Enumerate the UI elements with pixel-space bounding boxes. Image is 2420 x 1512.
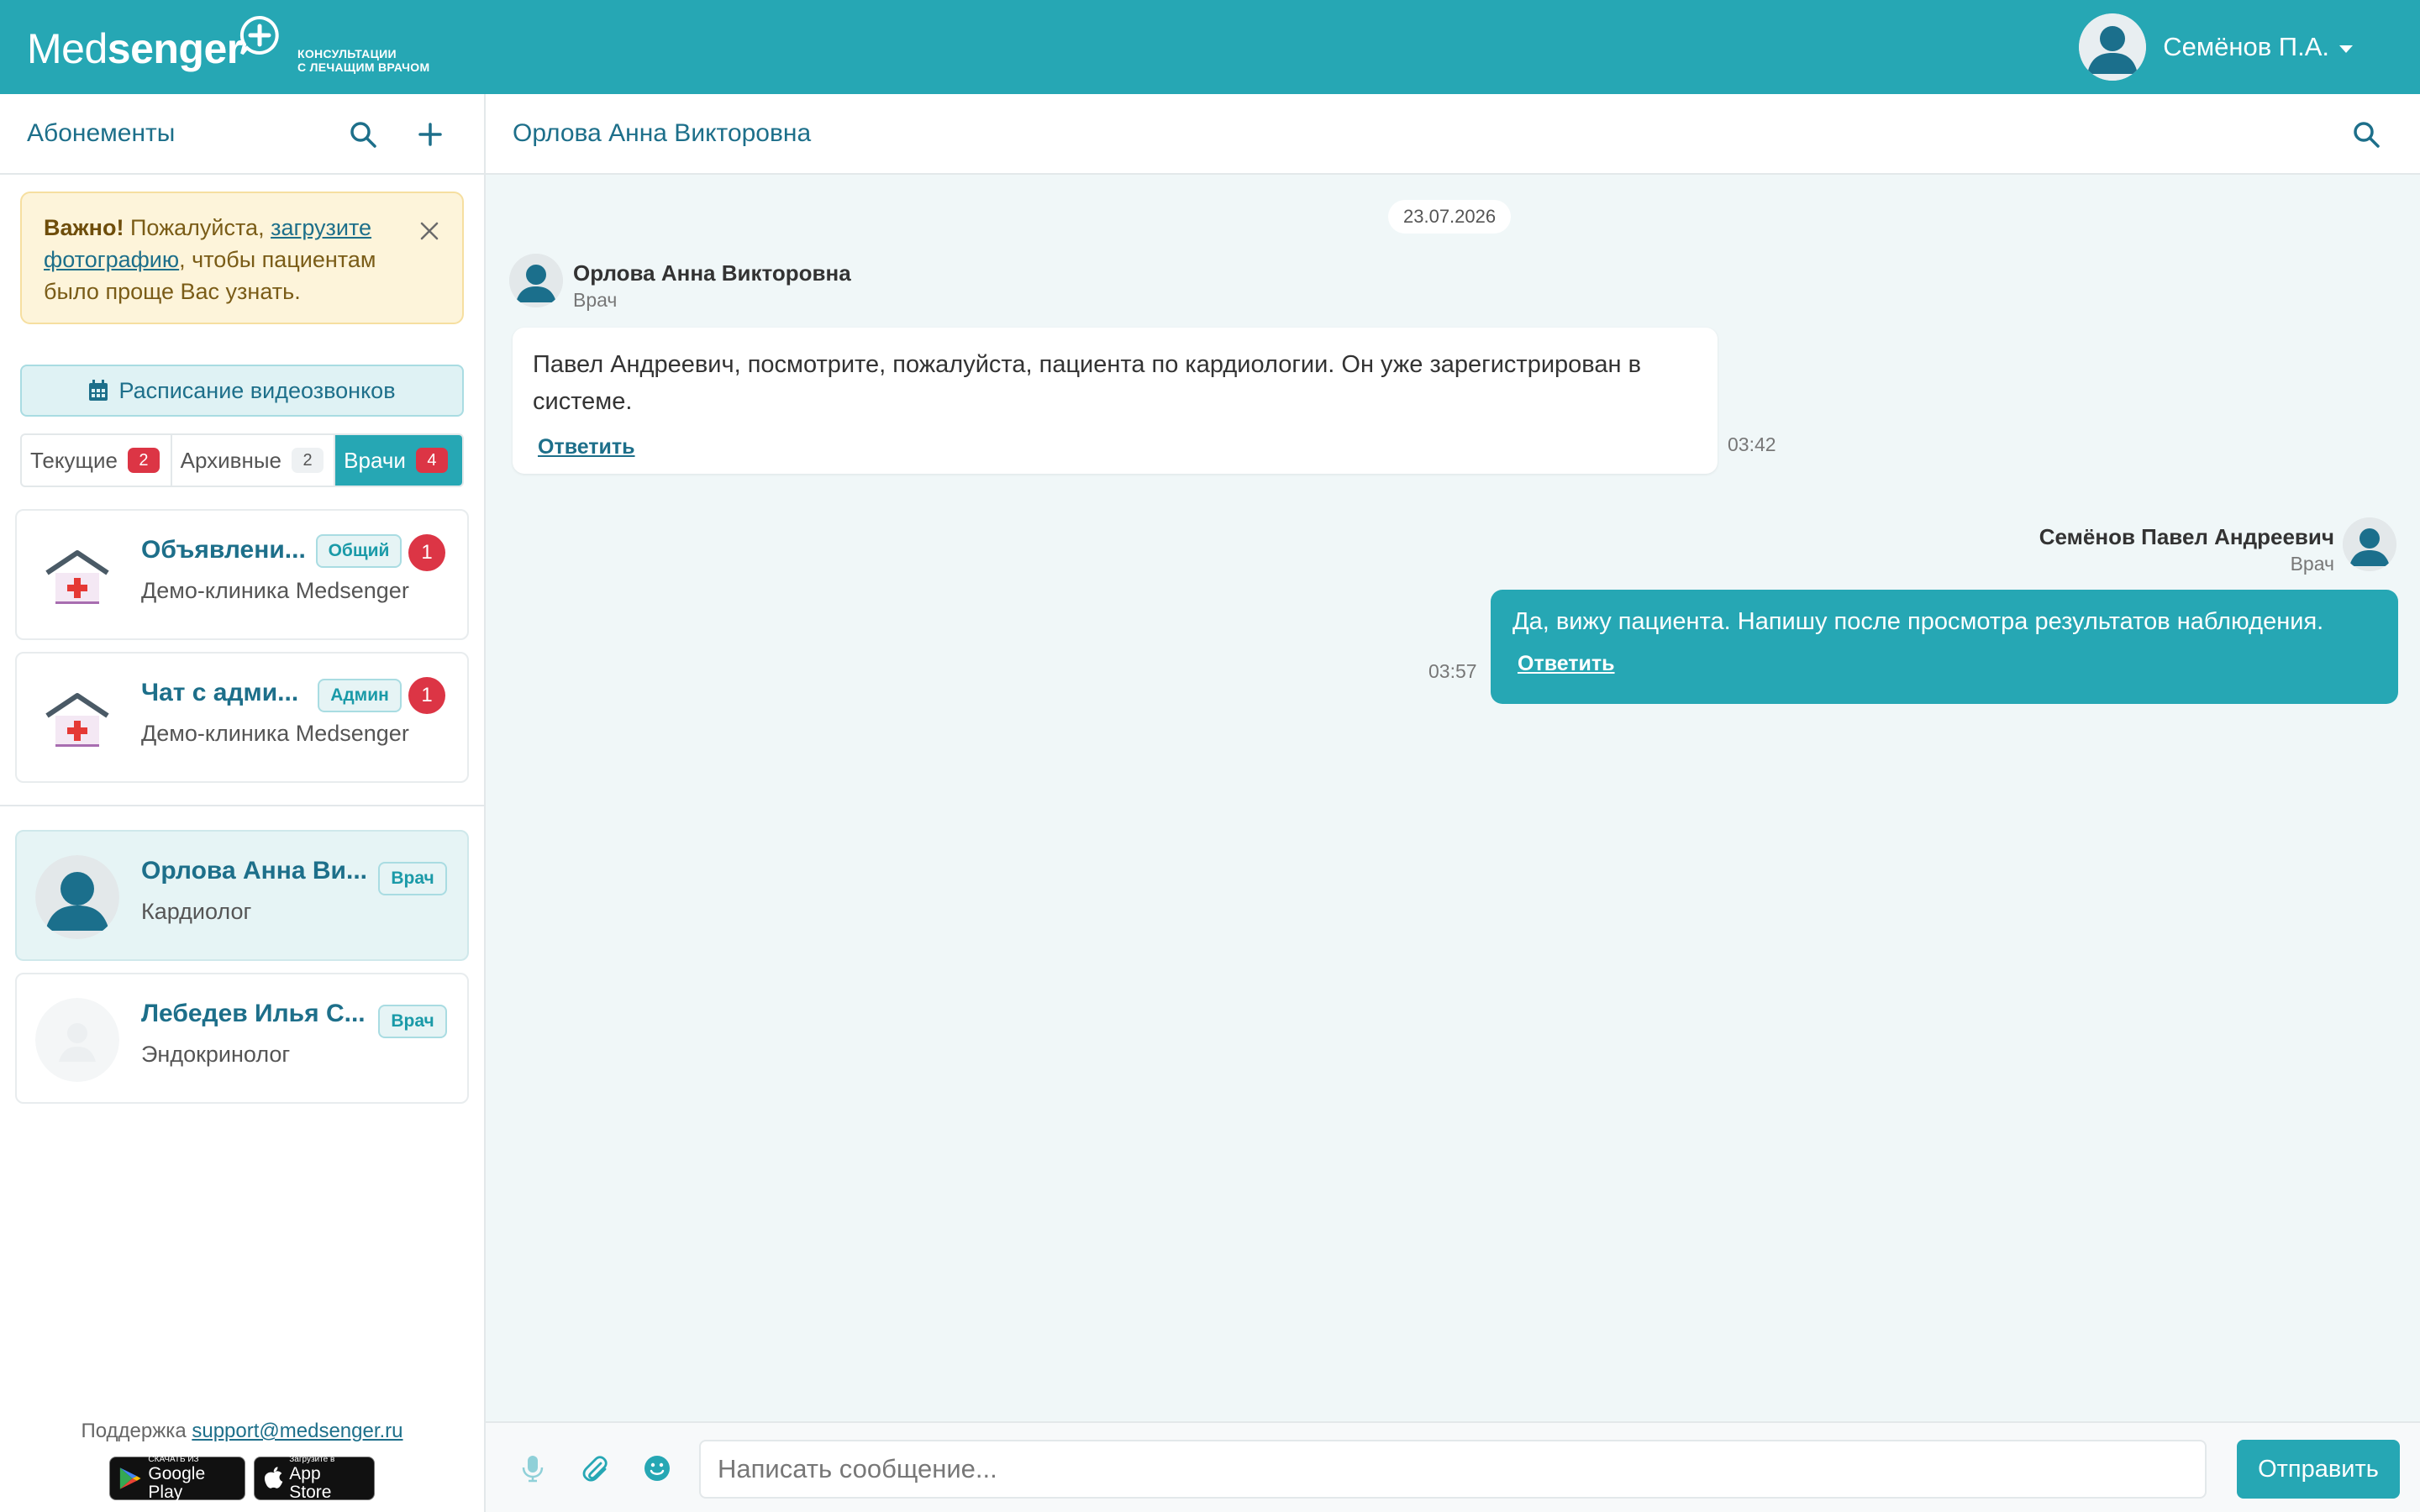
doctor-card-title: Лебедев Илья С... [141,1000,366,1027]
user-avatar-icon [35,998,119,1082]
search-icon [350,122,376,148]
sidebar: Абонементы Важно! Пожалуйста, загрузите … [0,94,486,1512]
chat-card-subtitle: Демо-клиника Medsenger [141,721,409,746]
search-button[interactable] [343,114,383,155]
sidebar-title: Абонементы [27,119,176,147]
support-email-link[interactable]: support@medsenger.ru [192,1420,402,1442]
close-icon[interactable] [417,218,442,244]
sidebar-header: Абонементы [0,94,484,175]
send-button-label: Отправить [2258,1455,2379,1483]
alert-strong: Важно! [44,215,124,240]
send-button[interactable]: Отправить [2237,1440,2400,1499]
medsenger-logo[interactable]: Medsenger КОНСУЛЬТАЦИИ С ЛЕЧАЩИМ ВРАЧОМ [27,15,429,82]
logo-wordmark-bold: senger [107,25,243,72]
unread-count-badge: 1 [408,677,445,714]
unread-count-badge: 1 [408,534,445,571]
message-bubble-incoming: Павел Андреевич, посмотрите, пожалуйста,… [513,328,1718,474]
top-bar: Medsenger КОНСУЛЬТАЦИИ С ЛЕЧАЩИМ ВРАЧОМ … [0,0,2420,94]
logo-tagline-line2: С ЛЕЧАЩИМ ВРАЧОМ [297,60,430,74]
chat-card-announcements[interactable]: Объявлени... Демо-клиника Medsenger Общи… [15,509,469,640]
chat-type-tag: Админ [318,679,402,712]
video-schedule-button[interactable]: Расписание видеозвонков [20,365,464,417]
message-bubble-outgoing: Да, вижу пациента. Напишу после просмотр… [1491,590,2398,704]
tab-doctors-label: Врачи [344,447,406,473]
clinic-house-icon [35,677,119,761]
alert-text-before: Пожалуйста, [124,215,271,240]
tab-doctors-count: 4 [415,448,448,473]
user-avatar-icon [2343,517,2396,571]
message-composer: Отправить [486,1421,2420,1512]
message-author: Семёнов Павел Андреевич [2039,524,2334,549]
message-input[interactable] [699,1440,2207,1499]
emoji-button[interactable] [637,1448,677,1488]
logo-bubble-plus-icon [239,15,279,55]
doctor-card-orlova[interactable]: Орлова Анна Ви... Кардиолог Врач [15,830,469,961]
subscription-tabs: Текущие 2 Архивные 2 Врачи 4 [20,433,464,487]
reply-link[interactable]: Ответить [1518,645,1615,682]
clinic-house-icon [35,534,119,618]
chat-title: Орлова Анна Викторовна [513,119,812,147]
chat-card-subtitle: Демо-клиника Medsenger [141,578,409,603]
logo-wordmark: Medsenger [27,24,243,73]
plus-icon [418,123,442,146]
message-author-role: Врач [2290,553,2334,575]
message-time: 03:57 [1428,660,1477,682]
doctor-card-lebedev[interactable]: Лебедев Илья С... Эндокринолог Врач [15,973,469,1104]
app-store-big-text: App Store [289,1464,332,1502]
logo-wordmark-light: Med [27,25,108,72]
google-play-badge[interactable]: СКАЧАТЬ ИЗ Google Play [109,1455,245,1502]
doctor-role-tag: Врач [378,1005,447,1038]
tab-archived-label: Архивные [180,447,281,473]
upload-photo-alert: Важно! Пожалуйста, загрузите фотографию,… [20,192,464,324]
apple-icon [264,1467,283,1488]
caret-down-icon [2339,45,2353,53]
google-play-big-text: Google Play [148,1464,206,1502]
voice-message-button[interactable] [513,1448,553,1488]
user-avatar-icon [509,254,563,307]
video-schedule-label: Расписание видеозвонков [118,377,396,403]
doctor-card-specialty: Эндокринолог [141,1042,291,1067]
attach-file-button[interactable] [575,1448,615,1488]
google-play-icon [119,1467,141,1489]
tab-archived-count: 2 [292,448,324,473]
doctor-card-specialty: Кардиолог [141,899,252,924]
smiley-icon [644,1456,670,1481]
tab-current-count: 2 [127,448,160,473]
chat-card-admin[interactable]: Чат с адми... Демо-клиника Medsenger Адм… [15,652,469,783]
doctor-card-title: Орлова Анна Ви... [141,857,368,885]
support-label: Поддержка [81,1420,187,1442]
chat-header: Орлова Анна Викторовна [486,94,2420,175]
tab-current-label: Текущие [30,447,118,473]
tab-current[interactable]: Текущие 2 [22,435,172,486]
chat-card-title: Объявлени... [141,536,306,564]
add-button[interactable] [410,114,450,155]
search-icon [2354,122,2380,148]
logo-tagline: КОНСУЛЬТАЦИИ С ЛЕЧАЩИМ ВРАЧОМ [297,47,429,74]
message-author: Орлова Анна Викторовна [573,260,851,286]
message-text: Павел Андреевич, посмотрите, пожалуйста,… [533,351,1641,415]
logo-tagline-line1: КОНСУЛЬТАЦИИ [297,47,397,60]
calendar-icon [89,380,108,401]
doctor-role-tag: Врач [378,862,447,895]
chat-search-button[interactable] [2346,114,2386,155]
user-menu[interactable]: Семёнов П.А. [2079,12,2353,82]
reply-link[interactable]: Ответить [538,428,635,465]
user-name: Семёнов П.А. [2163,32,2329,61]
message-author-role: Врач [573,289,618,311]
sidebar-divider [0,805,484,806]
tab-archived[interactable]: Архивные 2 [172,435,336,486]
microphone-icon [522,1456,544,1483]
date-separator: 23.07.2026 [1388,200,1512,234]
message-list: 23.07.2026 Орлова Анна Викторовна Врач П… [486,175,2420,1421]
chat-type-tag: Общий [316,534,402,568]
app-store-badge[interactable]: Загрузите в App Store [254,1455,375,1502]
user-avatar-icon [2079,13,2147,81]
paperclip-icon [582,1456,608,1482]
support-line: Поддержка support@medsenger.ru [0,1420,484,1443]
chat-card-title: Чат с адми... [141,679,299,706]
user-avatar-icon [35,855,119,939]
tab-doctors[interactable]: Врачи 4 [335,435,462,486]
message-text: Да, вижу пациента. Напишу после просмотр… [1512,608,2324,635]
message-time: 03:42 [1728,433,1776,455]
